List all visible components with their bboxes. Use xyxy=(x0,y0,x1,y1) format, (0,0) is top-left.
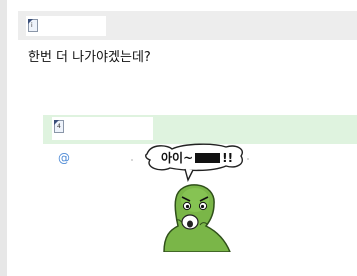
speech-suffix: !! xyxy=(222,151,234,165)
censor-block xyxy=(195,153,221,163)
reply-header-bar: 4 xyxy=(43,115,357,144)
at-icon[interactable]: @ xyxy=(57,151,71,165)
user-badge-icon: 4 xyxy=(54,120,64,133)
speech-prefix: 아이~ xyxy=(161,151,194,165)
top-comment-bar: i xyxy=(18,11,357,40)
user-badge-letter: i xyxy=(31,22,33,29)
user-badge-letter: 4 xyxy=(57,123,61,130)
username-box[interactable]: i xyxy=(26,16,106,36)
divider-dot xyxy=(131,159,133,161)
left-rail xyxy=(0,0,7,276)
comment-text: 한번 더 나가야겠는데? xyxy=(28,50,151,65)
user-badge-icon: i xyxy=(28,19,38,32)
speech-bubble-text: 아이~!! xyxy=(161,149,233,167)
reply-username-box[interactable]: 4 xyxy=(52,117,153,140)
